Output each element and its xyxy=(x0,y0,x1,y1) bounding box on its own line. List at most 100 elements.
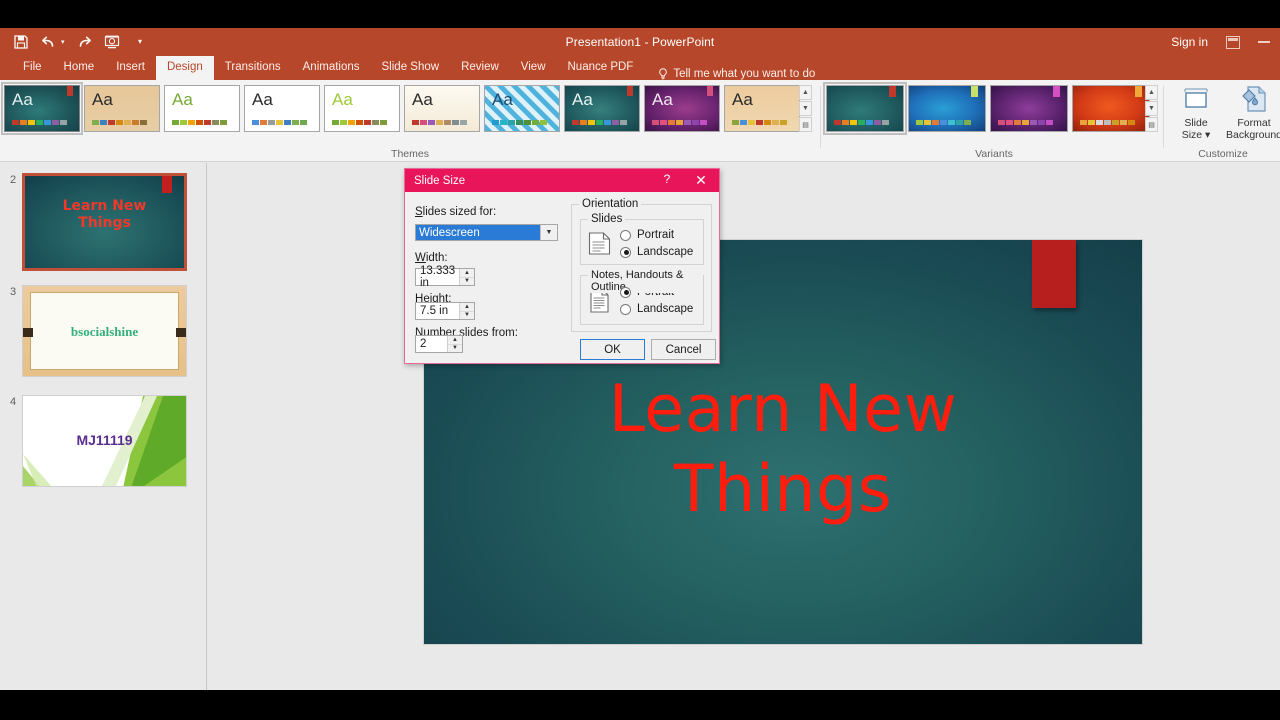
slide-number: 4 xyxy=(10,396,16,408)
tab-animations[interactable]: Animations xyxy=(292,56,371,80)
number-from-spinner-up-icon[interactable]: ▲ xyxy=(448,336,462,345)
variants-gallery xyxy=(826,85,1150,132)
ribbon-display-options-icon[interactable] xyxy=(1226,36,1240,49)
slide-thumbnail-text: Learn NewThings xyxy=(25,198,184,232)
radio-indicator xyxy=(620,304,631,315)
tab-slide-show[interactable]: Slide Show xyxy=(371,56,451,80)
format-background-icon xyxy=(1238,84,1270,114)
tab-design[interactable]: Design xyxy=(156,56,214,80)
theme-wood-type[interactable]: Aa xyxy=(84,85,160,132)
variant-teal[interactable] xyxy=(826,85,904,132)
tab-transitions[interactable]: Transitions xyxy=(214,56,292,80)
slide-title-textbox[interactable]: Learn New Things xyxy=(424,370,1142,530)
themes-scroll-down-icon[interactable]: ▼ xyxy=(799,101,812,116)
slide-thumbnail-pane[interactable]: 2Learn NewThings3bsocialshine4MJ11119 xyxy=(0,163,207,690)
theme-aa-sample: Aa xyxy=(652,91,673,108)
themes-scroll-up-icon[interactable]: ▲ xyxy=(799,85,812,100)
theme-facet-teal-2[interactable]: Aa xyxy=(564,85,640,132)
theme-facet-dark-teal[interactable]: Aa xyxy=(4,85,80,132)
close-icon[interactable]: ✕ xyxy=(692,171,710,189)
tell-me-box[interactable]: Tell me what you want to do xyxy=(644,68,815,80)
group-separator xyxy=(820,86,821,148)
slide-thumbnail-text: MJ11119 xyxy=(23,432,186,448)
slide-thumbnail-canvas: Learn NewThings xyxy=(22,173,187,271)
theme-purple-gradient[interactable]: Aa xyxy=(644,85,720,132)
ribbon-tab-bar: FileHomeInsertDesignTransitionsAnimation… xyxy=(0,56,1280,80)
notes-landscape-radio[interactable]: Landscape xyxy=(620,303,693,315)
width-spinner-down-icon[interactable]: ▼ xyxy=(460,278,474,286)
slide-accent-rectangle[interactable] xyxy=(1032,240,1076,308)
width-value[interactable]: 13.333 in xyxy=(416,269,459,285)
slides-portrait-radio[interactable]: Portrait xyxy=(620,229,693,241)
theme-color-swatches xyxy=(12,120,67,125)
theme-green-wisp-2[interactable]: Aa xyxy=(324,85,400,132)
theme-wood-type-2[interactable]: Aa xyxy=(724,85,800,132)
format-background-button[interactable]: Format Background xyxy=(1228,84,1280,141)
minimize-icon[interactable] xyxy=(1258,41,1270,42)
variant-color-swatches xyxy=(998,120,1053,125)
variants-more-icon[interactable]: ▤ xyxy=(1145,117,1158,132)
slides-sized-for-combobox[interactable]: Widescreen ▼ xyxy=(415,224,558,241)
number-slides-from-value[interactable]: 2 xyxy=(416,336,447,352)
theme-pin-icon xyxy=(707,86,713,96)
variant-orange[interactable] xyxy=(1072,85,1150,132)
tab-home[interactable]: Home xyxy=(53,56,106,80)
width-spinner[interactable]: 13.333 in ▲ ▼ xyxy=(415,268,475,286)
radio-indicator xyxy=(620,287,631,298)
slides-sized-for-label-rest: lides sized for: xyxy=(423,206,497,218)
tab-nuance-pdf[interactable]: Nuance PDF xyxy=(557,56,645,80)
themes-more-icon[interactable]: ▤ xyxy=(799,117,812,132)
tab-file[interactable]: File xyxy=(12,56,53,80)
customize-group-label: Customize xyxy=(1166,148,1280,160)
slide-thumbnail-4[interactable]: 4MJ11119 xyxy=(22,395,187,487)
help-icon[interactable]: ? xyxy=(659,172,675,186)
variant-purple[interactable] xyxy=(990,85,1068,132)
dialog-body: Slides sized for: Widescreen ▼ Width: 13… xyxy=(405,192,719,365)
slide-thumbnail-3[interactable]: 3bsocialshine xyxy=(22,285,187,377)
variant-blue[interactable] xyxy=(908,85,986,132)
theme-aa-sample: Aa xyxy=(332,91,353,108)
height-value[interactable]: 7.5 in xyxy=(416,303,459,319)
ribbon: AaAaAaAaAaAaAaAaAaAa ▲ ▼ ▤ Themes ▲ ▼ ▤ … xyxy=(0,80,1280,162)
format-background-label-1: Format xyxy=(1237,117,1270,129)
variants-scroll-up-icon[interactable]: ▲ xyxy=(1145,85,1158,100)
orientation-label: Orientation xyxy=(579,198,641,210)
height-spinner-down-icon[interactable]: ▼ xyxy=(460,312,474,320)
height-spinner-up-icon[interactable]: ▲ xyxy=(460,303,474,312)
cancel-button[interactable]: Cancel xyxy=(651,339,716,360)
theme-aa-sample: Aa xyxy=(252,91,273,108)
tab-view[interactable]: View xyxy=(510,56,557,80)
theme-green-wisp-1[interactable]: Aa xyxy=(164,85,240,132)
slides-sized-for-label: Slides sized for: xyxy=(415,206,496,218)
notes-group-label: Notes, Handouts & Outline xyxy=(588,269,703,293)
chevron-down-icon[interactable]: ▼ xyxy=(540,225,557,240)
slide-thumbnail-text: bsocialshine xyxy=(23,324,186,340)
slide-number: 2 xyxy=(10,174,16,186)
number-from-spinner-down-icon[interactable]: ▼ xyxy=(448,345,462,353)
themes-gallery: AaAaAaAaAaAaAaAaAaAa xyxy=(4,85,800,132)
number-slides-from-spinner[interactable]: 2 ▲ ▼ xyxy=(415,335,463,353)
slide-thumbnail-2[interactable]: 2Learn NewThings xyxy=(22,173,187,271)
theme-color-swatches xyxy=(332,120,387,125)
tab-insert[interactable]: Insert xyxy=(105,56,156,80)
theme-office-plain[interactable]: Aa xyxy=(244,85,320,132)
theme-aa-sample: Aa xyxy=(12,91,33,108)
height-spinner[interactable]: 7.5 in ▲ ▼ xyxy=(415,302,475,320)
theme-color-swatches xyxy=(172,120,227,125)
tab-review[interactable]: Review xyxy=(450,56,510,80)
page-landscape-icon xyxy=(587,230,612,257)
variants-gallery-scroll[interactable]: ▲ ▼ ▤ xyxy=(1145,85,1158,132)
theme-banded-cream[interactable]: Aa xyxy=(404,85,480,132)
variants-scroll-down-icon[interactable]: ▼ xyxy=(1145,101,1158,116)
notes-orientation-fieldset: Notes, Handouts & Outline xyxy=(580,275,704,325)
thumb-accent-rectangle xyxy=(162,176,172,193)
theme-blue-pattern[interactable]: Aa xyxy=(484,85,560,132)
slide-size-button[interactable]: Slide Size ▾ xyxy=(1170,84,1222,141)
themes-gallery-scroll[interactable]: ▲ ▼ ▤ xyxy=(799,85,812,132)
width-spinner-up-icon[interactable]: ▲ xyxy=(460,269,474,278)
themes-group-label: Themes xyxy=(2,148,818,160)
sign-in-button[interactable]: Sign in xyxy=(1171,35,1208,49)
ok-button[interactable]: OK xyxy=(580,339,645,360)
variant-pin-icon xyxy=(889,86,896,97)
slides-landscape-radio[interactable]: Landscape xyxy=(620,246,693,258)
